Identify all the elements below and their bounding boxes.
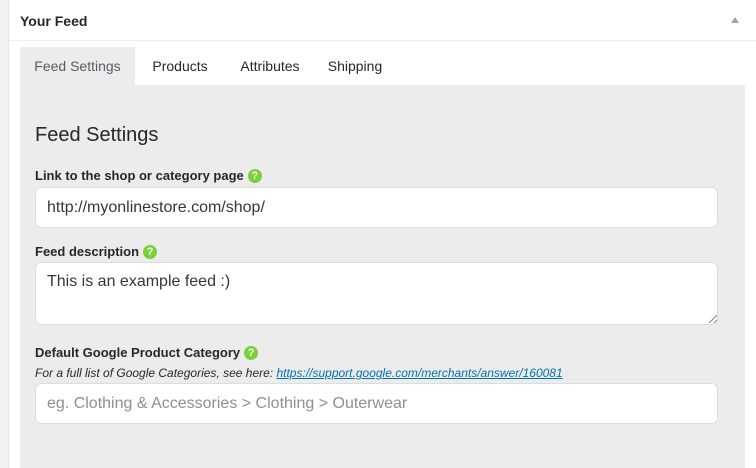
feed-settings-content: Feed Settings Link to the shop or catego… bbox=[20, 85, 745, 468]
google-categories-link[interactable]: https://support.google.com/merchants/ans… bbox=[276, 366, 562, 380]
panel-title: Your Feed bbox=[20, 13, 88, 29]
category-field-label: Default Google Product Category? bbox=[35, 345, 259, 360]
feed-description-textarea[interactable]: This is an example feed :) bbox=[35, 262, 718, 325]
resize-handle-icon[interactable] bbox=[709, 315, 717, 323]
help-icon[interactable]: ? bbox=[247, 169, 262, 183]
category-hint: For a full list of Google Categories, se… bbox=[35, 366, 563, 380]
section-title: Feed Settings bbox=[35, 124, 159, 146]
tab-products[interactable]: Products bbox=[140, 47, 220, 85]
link-field-label: Link to the shop or category page? bbox=[35, 168, 262, 183]
tab-attributes[interactable]: Attributes bbox=[226, 47, 314, 85]
category-field-label-text: Default Google Product Category bbox=[35, 345, 241, 360]
tab-feed-settings[interactable]: Feed Settings bbox=[20, 47, 135, 85]
google-category-input[interactable] bbox=[35, 383, 718, 424]
feed-panel: Your Feed Feed Settings Products Attribu… bbox=[8, 0, 756, 468]
help-icon[interactable]: ? bbox=[244, 346, 259, 360]
description-field-label-text: Feed description bbox=[35, 244, 140, 259]
tab-shipping[interactable]: Shipping bbox=[320, 47, 390, 85]
category-hint-text: For a full list of Google Categories, se… bbox=[35, 366, 274, 380]
link-field-label-text: Link to the shop or category page bbox=[35, 168, 244, 183]
collapse-toggle-icon[interactable] bbox=[731, 17, 739, 23]
shop-link-input[interactable] bbox=[35, 187, 718, 228]
panel-header[interactable]: Your Feed bbox=[9, 0, 756, 41]
description-field-label: Feed description? bbox=[35, 244, 158, 259]
help-icon[interactable]: ? bbox=[143, 245, 158, 259]
